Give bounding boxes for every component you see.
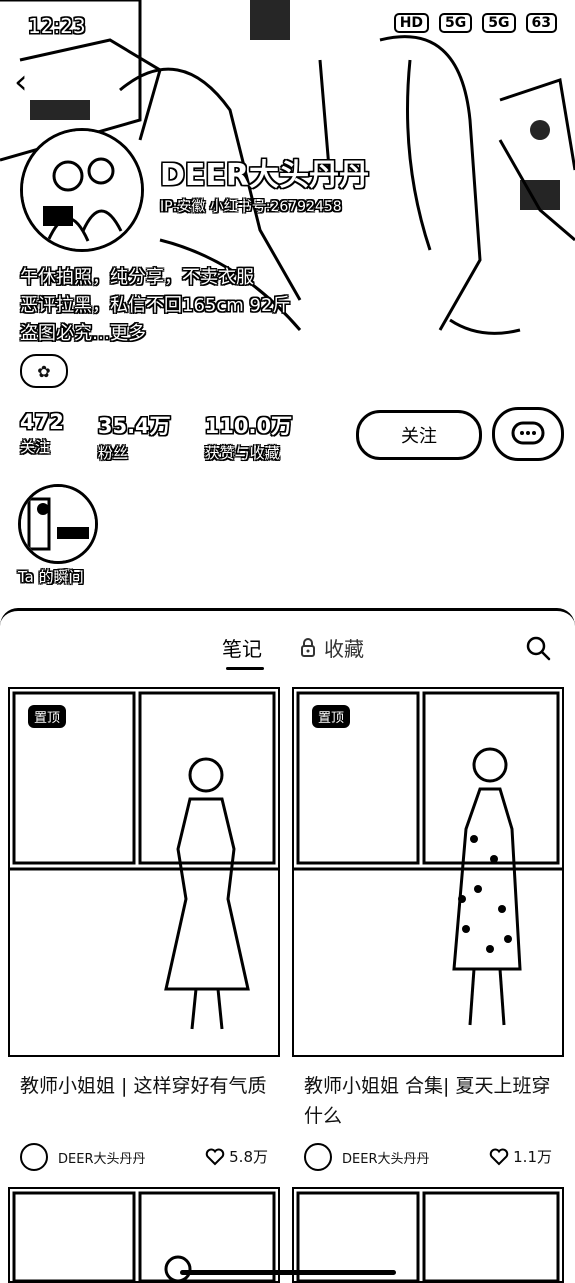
tab-favorites-label: 收藏 <box>324 637 364 661</box>
like-count: 1.1万 <box>513 1148 552 1166</box>
profile-bio[interactable]: 午休拍照，纯分享，不卖衣服 恶评拉黑，私信不回165cm 92斤 盗图必究…更多 <box>20 264 290 348</box>
stat-label: 获赞与收藏 <box>204 444 280 462</box>
avatar-image <box>23 131 141 249</box>
tab-favorites[interactable]: 收藏 <box>300 633 364 662</box>
post-cover-image <box>12 1191 276 1281</box>
tab-bar: 笔记 收藏 <box>0 627 575 670</box>
stat-value: 472 <box>20 410 64 434</box>
pinned-badge: 置顶 <box>312 705 351 728</box>
profile-name: DEER大头丹丹 <box>160 158 369 193</box>
post-card[interactable]: 置顶 教师小姐姐 合集| 夏天上班穿什么 DEER大头丹丹 1.1万 <box>292 687 564 1171</box>
message-button[interactable] <box>492 407 564 461</box>
follow-button[interactable]: 关注 <box>356 410 482 460</box>
like-button[interactable]: 5.8万 <box>205 1146 268 1167</box>
status-icons: HD 5G 5G 63 <box>393 13 557 33</box>
post-cover-image <box>296 1191 560 1281</box>
post-cover-image <box>294 689 562 1055</box>
lock-icon <box>301 637 315 657</box>
author-avatar[interactable] <box>304 1143 332 1171</box>
stat-label: 关注 <box>20 438 51 456</box>
like-button[interactable]: 1.1万 <box>489 1146 552 1167</box>
heart-icon <box>205 1148 225 1165</box>
battery-icon: 63 <box>525 13 557 33</box>
stat-following[interactable]: 472 关注 <box>20 410 64 463</box>
status-time: 12:23 <box>28 14 86 38</box>
bio-line-3: 盗图必究…更多 <box>20 323 146 344</box>
status-bar: 12:23 HD 5G 5G 63 <box>0 10 575 40</box>
stat-followers[interactable]: 35.4万 粉丝 <box>98 410 171 463</box>
post-meta: DEER大头丹丹 5.8万 <box>20 1143 268 1171</box>
avatar[interactable] <box>20 128 144 252</box>
hd-icon: HD <box>393 13 430 33</box>
stat-likes-collects[interactable]: 110.0万 获赞与收藏 <box>205 410 292 463</box>
stat-label: 粉丝 <box>97 444 128 462</box>
post-card[interactable]: 置顶 教师小姐姐 | 这样穿好有气质 DEER大头丹丹 5.8万 <box>8 687 280 1171</box>
heart-icon <box>489 1148 509 1165</box>
home-indicator[interactable] <box>180 1270 396 1275</box>
post-cover[interactable]: 置顶 <box>8 687 280 1057</box>
tab-notes[interactable]: 笔记 <box>222 633 262 662</box>
stat-value: 110.0万 <box>204 414 293 438</box>
post-cover[interactable]: 置顶 <box>292 687 564 1057</box>
content-panel: 笔记 收藏 置顶 教师小姐姐 | 这样穿好有气质 DEER大头丹丹 5.8万 置… <box>0 608 575 1283</box>
chat-icon <box>511 421 545 445</box>
profile-stats: 472 关注 35.4万 粉丝 110.0万 获赞与收藏 <box>20 410 292 463</box>
moment-thumbnail[interactable] <box>18 484 98 564</box>
pinned-badge: 置顶 <box>28 705 67 728</box>
search-icon[interactable] <box>525 635 551 661</box>
moment-label: Ta 的瞬间 <box>18 568 84 586</box>
post-title: 教师小姐姐 合集| 夏天上班穿什么 <box>304 1075 551 1127</box>
active-tab-indicator <box>226 667 264 670</box>
signal-5g-icon: 5G <box>439 13 473 33</box>
post-card[interactable] <box>8 1187 280 1283</box>
back-icon[interactable]: ‹ <box>14 62 28 102</box>
post-card[interactable] <box>292 1187 564 1283</box>
bio-line-2: 恶评拉黑，私信不回165cm 92斤 <box>20 295 291 316</box>
bio-line-1: 午休拍照，纯分享，不卖衣服 <box>20 267 254 288</box>
moment-image <box>21 487 95 561</box>
post-cover-image <box>10 689 278 1055</box>
signal-5g-icon-2: 5G <box>482 13 516 33</box>
stat-value: 35.4万 <box>97 414 171 438</box>
post-title: 教师小姐姐 | 这样穿好有气质 <box>20 1075 267 1097</box>
author-name[interactable]: DEER大头丹丹 <box>58 1148 145 1167</box>
post-meta: DEER大头丹丹 1.1万 <box>304 1143 552 1171</box>
author-name[interactable]: DEER大头丹丹 <box>342 1148 429 1167</box>
gender-tag: ✿ <box>20 354 68 388</box>
flower-icon: ✿ <box>37 361 51 381</box>
profile-ip-and-id: IP:安徽 小红书号:26792458 <box>160 199 342 215</box>
like-count: 5.8万 <box>229 1148 268 1166</box>
post-cover[interactable] <box>292 1187 564 1283</box>
profile-header: 12:23 HD 5G 5G 63 ‹ DEER大头丹丹 IP:安徽 小红书号:… <box>0 0 575 610</box>
author-avatar[interactable] <box>20 1143 48 1171</box>
post-cover[interactable] <box>8 1187 280 1283</box>
